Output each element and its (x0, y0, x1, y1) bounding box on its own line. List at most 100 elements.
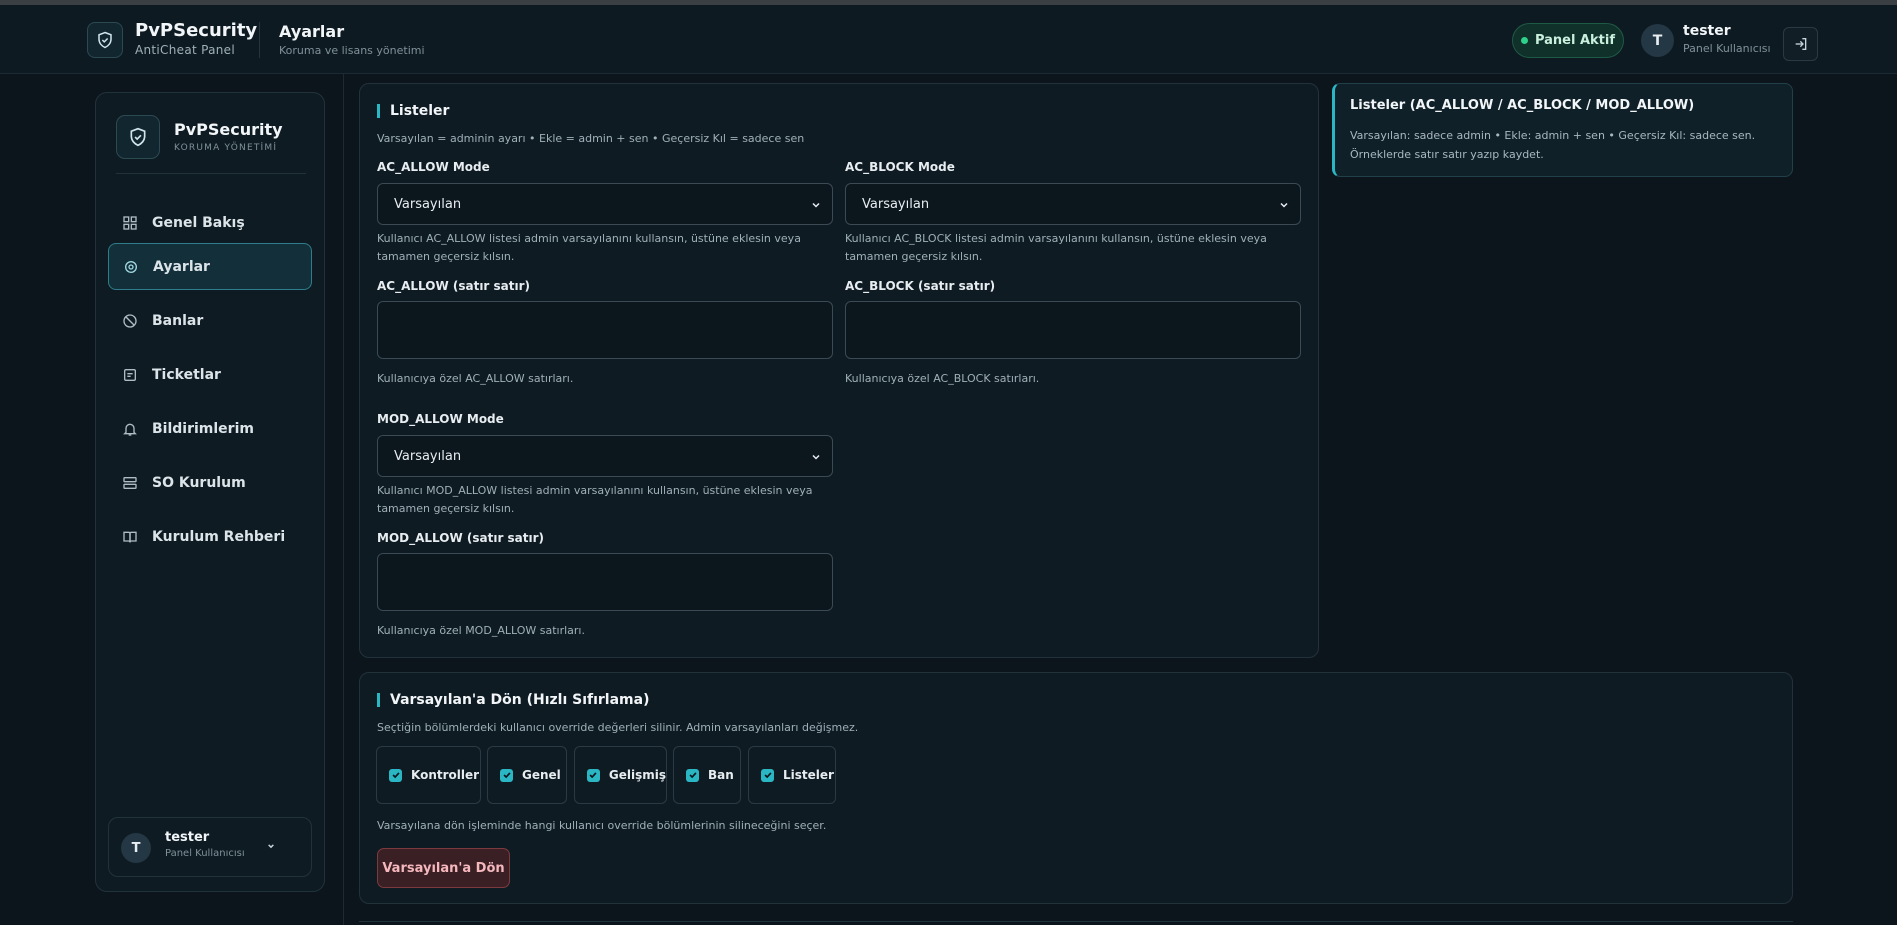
lists-title: Listeler (377, 104, 449, 118)
ticket-icon (121, 366, 138, 383)
sidebar-item-label: Ayarlar (153, 258, 210, 275)
main-divider (343, 74, 344, 925)
reset-help: Varsayılana dön işleminde hangi kullanıc… (377, 819, 827, 832)
reset-option-label: Ban (708, 768, 734, 782)
mod-allow-mode-help: Kullanıcı MOD_ALLOW listesi admin varsay… (377, 484, 813, 515)
sidebar-user-name: tester (165, 830, 210, 845)
sidebar-user-role: Panel Kullanıcısı (165, 848, 245, 859)
sidebar-divider (116, 173, 306, 174)
ac-block-mode-help: Kullanıcı AC_BLOCK listesi admin varsayı… (845, 232, 1267, 263)
bottom-divider (359, 921, 1793, 922)
header-brand-name: PvPSecurity (135, 20, 258, 41)
checkbox-checked-icon[interactable] (500, 768, 513, 782)
book-icon (121, 528, 138, 545)
ac-block-lines-textarea[interactable] (845, 301, 1301, 359)
header-brand: PvPSecurity AntiCheat Panel (135, 20, 257, 57)
reset-title: Varsayılan'a Dön (Hızlı Sıfırlama) (377, 693, 650, 707)
sidebar-avatar: T (121, 833, 151, 863)
sidebar-item-so-kurulum[interactable]: SO Kurulum (108, 459, 312, 506)
lists-card: Listeler Varsayılan = adminin ayarı • Ek… (359, 83, 1319, 658)
status-dot-icon (1520, 37, 1528, 44)
logout-button[interactable] (1783, 27, 1818, 61)
sidebar-item-label: Ticketlar (152, 366, 221, 383)
checkbox-checked-icon[interactable] (587, 768, 600, 782)
page-subtitle: Koruma ve lisans yönetimi (279, 44, 425, 57)
sidebar-item-ticketlar[interactable]: Ticketlar (108, 351, 312, 398)
ac-allow-lines-help: Kullanıcıya özel AC_ALLOW satırları. (377, 372, 574, 385)
chevron-down-icon (1280, 202, 1288, 208)
ac-block-lines-help: Kullanıcıya özel AC_BLOCK satırları. (845, 372, 1040, 385)
reset-option-label: Gelişmiş (608, 768, 666, 782)
page-heading: Ayarlar Koruma ve lisans yönetimi (279, 22, 425, 57)
status-badge: Panel Aktif (1512, 23, 1624, 58)
sidebar-user-info: tester Panel Kullanıcısı (165, 830, 245, 859)
chevron-down-icon (268, 844, 274, 849)
mod-allow-lines-textarea[interactable] (377, 553, 833, 611)
lists-info-card: Listeler (AC_ALLOW / AC_BLOCK / MOD_ALLO… (1332, 83, 1793, 177)
sidebar-brand-sub: KORUMA YÖNETİMİ (174, 143, 278, 153)
sidebar: PvPSecurity KORUMA YÖNETİMİ Genel Bakış … (95, 92, 325, 892)
reset-option-ban[interactable]: Ban (673, 746, 741, 804)
mod-allow-mode-label: MOD_ALLOW Mode (377, 412, 504, 426)
page-title: Ayarlar (279, 22, 345, 41)
sidebar-item-label: Bildirimlerim (152, 420, 254, 437)
mod-allow-mode-select[interactable]: Varsayılan (377, 435, 833, 477)
checkbox-checked-icon[interactable] (389, 768, 402, 782)
sidebar-item-label: SO Kurulum (152, 474, 246, 491)
ac-allow-mode-label: AC_ALLOW Mode (377, 160, 490, 174)
reset-option-genel[interactable]: Genel (487, 746, 567, 804)
mod-allow-lines-label: MOD_ALLOW (satır satır) (377, 531, 545, 545)
sidebar-item-label: Kurulum Rehberi (152, 528, 286, 545)
reset-subtitle: Seçtiğin bölümlerdeki kullanıcı override… (377, 721, 859, 734)
chevron-down-icon (812, 202, 820, 208)
ac-block-mode-label: AC_BLOCK Mode (845, 160, 955, 174)
sidebar-user-menu[interactable]: T tester Panel Kullanıcısı (108, 817, 312, 877)
reset-option-label: Genel (522, 768, 561, 782)
header-divider (259, 22, 260, 58)
info-title: Listeler (AC_ALLOW / AC_BLOCK / MOD_ALLO… (1350, 98, 1695, 113)
reset-option-label: Kontroller (411, 768, 480, 782)
header-user-name: tester (1683, 23, 1731, 39)
ac-block-lines-label: AC_BLOCK (satır satır) (845, 279, 996, 293)
bell-icon (121, 420, 138, 437)
ac-block-mode-select[interactable]: Varsayılan (845, 183, 1301, 225)
reset-option-label: Listeler (783, 768, 834, 782)
mod-allow-mode-value: Varsayılan (394, 448, 462, 464)
sidebar-item-banlar[interactable]: Banlar (108, 297, 312, 344)
ac-allow-mode-help: Kullanıcı AC_ALLOW listesi admin varsayı… (377, 232, 801, 263)
ac-allow-lines-label: AC_ALLOW (satır satır) (377, 279, 531, 293)
status-label: Panel Aktif (1534, 33, 1616, 48)
sidebar-shield-logo-icon (116, 115, 160, 159)
checkbox-checked-icon[interactable] (761, 768, 774, 782)
reset-option-gelismis[interactable]: Gelişmiş (574, 746, 667, 804)
reset-option-listeler[interactable]: Listeler (748, 746, 836, 804)
header-brand-sub: AntiCheat Panel (135, 43, 235, 57)
shield-logo-icon (87, 22, 123, 58)
reset-option-kontroller[interactable]: Kontroller (376, 746, 481, 804)
lists-subtitle: Varsayılan = adminin ayarı • Ekle = admi… (377, 132, 805, 145)
sidebar-item-label: Genel Bakış (152, 214, 245, 231)
header-user-role: Panel Kullanıcısı (1683, 42, 1771, 55)
logout-icon (1795, 38, 1806, 50)
avatar[interactable]: T (1641, 24, 1674, 57)
mod-allow-lines-help: Kullanıcıya özel MOD_ALLOW satırları. (377, 624, 585, 637)
sidebar-item-label: Banlar (152, 312, 204, 329)
ban-icon (121, 312, 138, 329)
reset-to-default-button[interactable]: Varsayılan'a Dön (377, 848, 510, 888)
ac-allow-mode-select[interactable]: Varsayılan (377, 183, 833, 225)
sidebar-item-genel-bakis[interactable]: Genel Bakış (108, 199, 312, 246)
top-header: PvPSecurity AntiCheat Panel Ayarlar Koru… (0, 5, 1897, 74)
sidebar-item-ayarlar[interactable]: Ayarlar (108, 243, 312, 290)
grid-icon (121, 214, 138, 231)
sidebar-brand: PvPSecurity KORUMA YÖNETİMİ (174, 120, 283, 153)
sidebar-item-kurulum-rehberi[interactable]: Kurulum Rehberi (108, 513, 312, 560)
gear-icon (122, 258, 139, 275)
checkbox-checked-icon[interactable] (686, 768, 699, 782)
server-icon (121, 474, 138, 491)
ac-block-mode-value: Varsayılan (862, 196, 930, 212)
header-user-info[interactable]: tester Panel Kullanıcısı (1683, 23, 1771, 55)
ac-allow-lines-textarea[interactable] (377, 301, 833, 359)
info-text: Varsayılan: sadece admin • Ekle: admin +… (1350, 129, 1756, 161)
sidebar-brand-name: PvPSecurity (174, 120, 283, 139)
sidebar-item-bildirimlerim[interactable]: Bildirimlerim (108, 405, 312, 452)
